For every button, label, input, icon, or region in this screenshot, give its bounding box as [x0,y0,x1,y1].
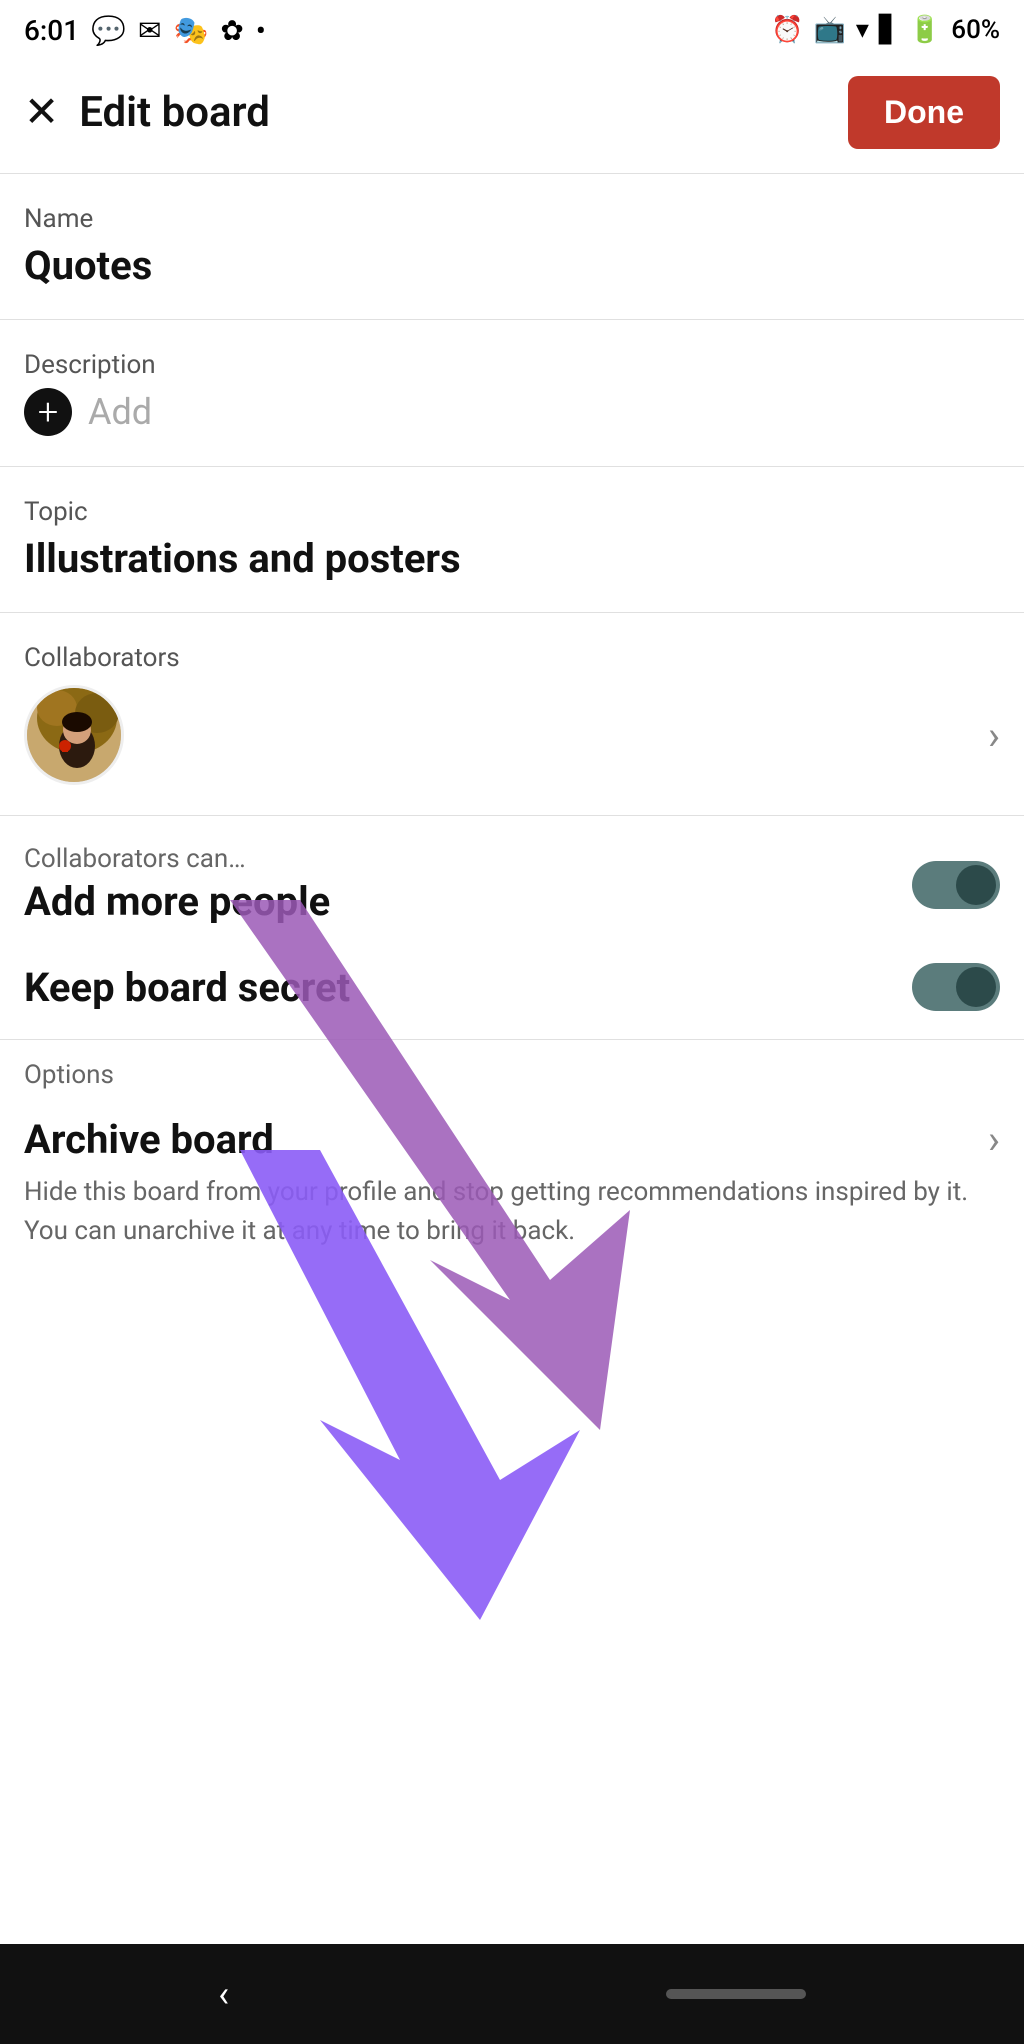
misc-icon1: 🎭 [173,14,208,47]
email-icon: ✉ [138,14,161,47]
status-bar: 6:01 💬 ✉ 🎭 ✿ • ⏰ 📺 ▾ ▋ 🔋 60% [0,0,1024,60]
collaborators-can-label: Collaborators can… [24,844,330,874]
collaborator-avatar[interactable] [24,685,124,785]
collaborators-section: Collaborators [0,613,1024,815]
status-time: 6:01 [24,14,79,47]
description-section: Description + Add [0,320,1024,466]
collaborators-label: Collaborators [24,643,1000,673]
status-right: ⏰ 📺 ▾ ▋ 🔋 60% [771,15,1000,45]
add-more-people-toggle[interactable] [912,861,1000,909]
keep-board-secret-row: Keep board secret [0,953,1024,1039]
misc-dot: • [256,14,266,47]
topic-section: Topic Illustrations and posters [0,467,1024,612]
add-more-people-label: Add more people [24,878,330,925]
keep-board-secret-labels: Keep board secret [24,964,350,1011]
home-indicator[interactable] [666,1989,806,1999]
description-label: Description [24,350,1000,380]
cast-icon: 📺 [813,15,845,45]
collaborators-row: › [24,685,1000,785]
name-value[interactable]: Quotes [24,242,1000,289]
collaborators-chevron[interactable]: › [988,712,1000,759]
nav-back-button[interactable]: ‹ [218,1973,229,2015]
add-description-text: Add [88,391,152,433]
add-more-people-row: Collaborators can… Add more people [0,816,1024,953]
done-button[interactable]: Done [848,76,1000,149]
whatsapp-icon: 💬 [91,14,126,47]
archive-chevron[interactable]: › [988,1116,1000,1163]
name-section: Name Quotes [0,174,1024,319]
alarm-icon: ⏰ [771,15,803,45]
header-left: ✕ Edit board [24,88,270,137]
add-description-icon[interactable]: + [24,388,72,436]
wifi-icon: ▾ [856,15,869,45]
close-icon[interactable]: ✕ [24,92,59,134]
topic-label: Topic [24,497,1000,527]
archive-board-description: Hide this board from your profile and st… [0,1173,1024,1281]
options-label: Options [0,1040,1024,1100]
battery-icon: 🔋 [909,15,941,45]
page-title: Edit board [79,88,270,137]
add-more-people-labels: Collaborators can… Add more people [24,844,330,925]
name-label: Name [24,204,1000,234]
bottom-nav-bar: ‹ [0,1944,1024,2044]
status-left: 6:01 💬 ✉ 🎭 ✿ • [24,14,266,47]
archive-board-row[interactable]: Archive board › [0,1100,1024,1173]
topic-value[interactable]: Illustrations and posters [24,535,1000,582]
battery-percent: 60% [951,15,1000,45]
keep-board-secret-label: Keep board secret [24,964,350,1011]
edit-board-header: ✕ Edit board Done [0,60,1024,173]
signal-icon: ▋ [879,15,899,45]
description-add-row[interactable]: + Add [24,388,1000,436]
archive-board-title: Archive board [24,1116,274,1163]
keep-board-secret-toggle[interactable] [912,963,1000,1011]
misc-icon2: ✿ [220,14,243,47]
